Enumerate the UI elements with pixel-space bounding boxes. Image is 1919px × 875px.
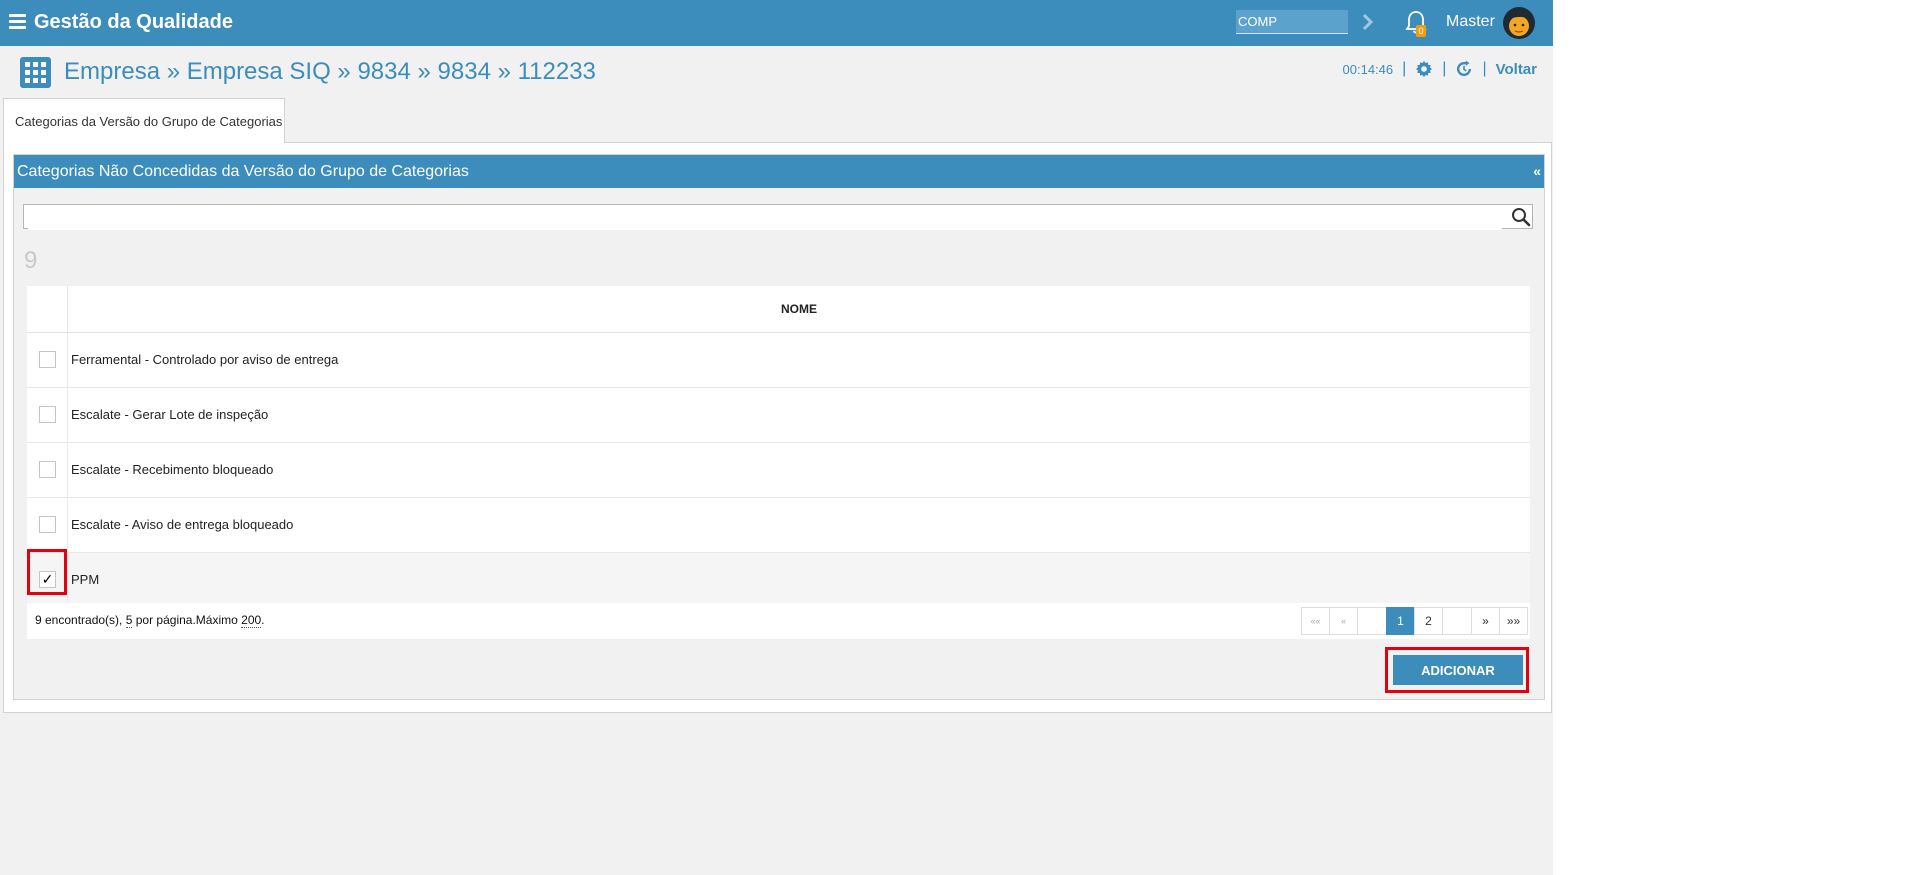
search-icon[interactable] (1511, 207, 1531, 227)
record-count: 9 (24, 247, 38, 274)
row-name: Escalate - Aviso de entrega bloqueado (71, 517, 294, 532)
gear-icon[interactable] (1415, 60, 1433, 78)
notification-badge: 0 (1416, 25, 1426, 37)
building-icon (20, 57, 51, 88)
session-clock: 00:14:46 (1342, 61, 1394, 77)
table-header: NOME (27, 286, 1530, 333)
last-page-button[interactable]: »» (1499, 607, 1528, 635)
top-bar: Gestão da Qualidade 0 Master (0, 0, 1553, 46)
panel-categorias-nao-concedidas: Categorias Não Concedidas da Versão do G… (13, 154, 1545, 700)
table-row[interactable]: ✓ PPM (27, 553, 1530, 608)
avatar[interactable] (1502, 6, 1536, 40)
row-name: PPM (71, 572, 100, 587)
app-title: Gestão da Qualidade (34, 11, 233, 33)
select-column-header (27, 286, 68, 332)
tab-content: Categorias Não Concedidas da Versão do G… (3, 142, 1552, 713)
collapse-panel-button[interactable]: « (1533, 155, 1541, 188)
row-name: Ferramental - Controlado por aviso de en… (71, 352, 339, 367)
panel-header: Categorias Não Concedidas da Versão do G… (14, 155, 1544, 188)
header-actions: 00:14:46 | | | Voltar (1343, 60, 1537, 78)
app-page: Gestão da Qualidade 0 Master (0, 0, 1553, 875)
refresh-clock-icon[interactable] (1455, 60, 1473, 78)
company-input[interactable] (1236, 10, 1348, 34)
table-footer: 9 encontrado(s), 5 por página.Máximo 200… (27, 603, 1530, 639)
table-row[interactable]: Escalate - Aviso de entrega bloqueado (27, 498, 1530, 553)
prev-page-button[interactable]: « (1329, 607, 1358, 635)
table-row[interactable]: Escalate - Recebimento bloqueado (27, 443, 1530, 498)
page-spacer (1442, 607, 1472, 635)
pagination: «« « 1 2 » »» (1301, 607, 1528, 635)
next-page-button[interactable]: » (1471, 607, 1500, 635)
first-page-button[interactable]: «« (1301, 607, 1330, 635)
add-button[interactable]: ADICIONAR (1393, 655, 1523, 685)
table-row[interactable]: Ferramental - Controlado por aviso de en… (27, 333, 1530, 388)
breadcrumb: Empresa » Empresa SIQ » 9834 » 9834 » 11… (64, 58, 596, 85)
page-spacer (1357, 607, 1387, 635)
page-header: Empresa » Empresa SIQ » 9834 » 9834 » 11… (0, 46, 1553, 98)
search-field (23, 204, 1533, 230)
back-link[interactable]: Voltar (1496, 61, 1537, 78)
row-checkbox[interactable] (39, 461, 56, 478)
separator: | (1402, 60, 1407, 77)
separator: | (1442, 60, 1447, 77)
page-2-button[interactable]: 2 (1414, 607, 1443, 635)
row-name: Escalate - Gerar Lote de inspeção (71, 407, 269, 422)
row-checkbox[interactable] (39, 406, 56, 423)
max-value[interactable]: 200 (241, 613, 262, 628)
tab-categorias-versao[interactable]: Categorias da Versão do Grupo de Categor… (3, 98, 285, 143)
panel-title: Categorias Não Concedidas da Versão do G… (17, 163, 469, 180)
column-header-nome[interactable]: NOME (68, 286, 1530, 332)
table-row[interactable]: Escalate - Gerar Lote de inspeção (27, 388, 1530, 443)
results-summary: 9 encontrado(s), 5 por página.Máximo 200… (35, 613, 265, 628)
categories-table: NOME Ferramental - Controlado por aviso … (27, 286, 1530, 608)
screen: Gestão da Qualidade 0 Master (0, 0, 1919, 875)
row-checkbox[interactable] (39, 351, 56, 368)
menu-icon[interactable] (9, 14, 26, 30)
separator: | (1482, 60, 1487, 77)
user-name[interactable]: Master (1446, 13, 1495, 31)
page-1-button[interactable]: 1 (1386, 607, 1415, 635)
row-name: Escalate - Recebimento bloqueado (71, 462, 274, 477)
row-checkbox[interactable] (39, 516, 56, 533)
search-input[interactable] (28, 205, 1502, 230)
chevron-right-icon[interactable] (1360, 12, 1376, 32)
row-checkbox-checked[interactable]: ✓ (39, 571, 56, 588)
